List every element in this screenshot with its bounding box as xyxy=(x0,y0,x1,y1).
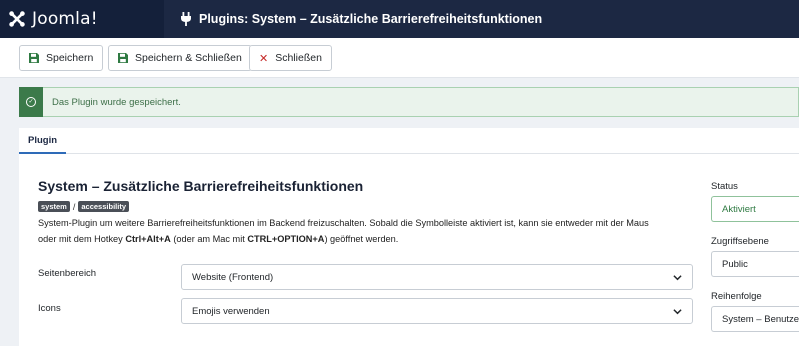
description-line-1: System-Plugin um weitere Barrierefreihei… xyxy=(38,218,649,228)
tab-plugin[interactable]: Plugin xyxy=(19,128,66,154)
tab-bar: Plugin xyxy=(19,128,799,154)
page-title: Plugins: System – Zusätzliche Barrierefr… xyxy=(180,0,542,38)
area-label: Seitenbereich xyxy=(38,268,97,279)
description-part-a: oder mit dem Hotkey xyxy=(38,234,126,244)
plugin-badges: system / accessibility xyxy=(38,201,129,212)
icons-select[interactable]: Emojis verwenden xyxy=(181,298,693,324)
close-icon: ✕ xyxy=(259,51,269,65)
chevron-down-icon xyxy=(673,275,682,281)
badge-separator: / xyxy=(72,201,76,212)
joomla-logo[interactable]: Joomla! xyxy=(0,0,164,38)
hotkey-mac: CTRL+OPTION+A xyxy=(247,234,325,244)
area-select[interactable]: Website (Frontend) xyxy=(181,264,693,290)
logo-text: Joomla! xyxy=(32,9,98,29)
badge-element: accessibility xyxy=(78,201,129,212)
joomla-logo-icon xyxy=(9,11,25,27)
floppy-disk-icon xyxy=(29,53,39,63)
status-select[interactable]: Aktiviert xyxy=(711,196,799,222)
plugin-title: System – Zusätzliche Barrierefreiheitsfu… xyxy=(38,178,364,194)
hotkey-windows: Ctrl+Alt+A xyxy=(125,234,171,244)
success-alert: ✓ Das Plugin wurde gespeichert. xyxy=(19,87,799,117)
save-button-label: Speichern xyxy=(46,52,94,64)
description-part-b: (oder am Mac mit xyxy=(170,234,248,244)
save-close-button-label: Speichern & Schließen xyxy=(135,52,242,64)
access-label: Zugriffsebene xyxy=(711,236,769,247)
save-close-button[interactable]: Speichern & Schließen xyxy=(108,45,252,71)
close-button-label: Schließen xyxy=(275,52,322,64)
close-button[interactable]: ✕ Schließen xyxy=(249,45,332,71)
floppy-disk-icon xyxy=(118,53,128,63)
badge-type: system xyxy=(38,201,70,212)
app-header: Joomla! Plugins: System – Zusätzliche Ba… xyxy=(0,0,799,38)
ordering-select[interactable]: System – Benutzer xyxy=(711,306,799,332)
save-button[interactable]: Speichern xyxy=(19,45,104,71)
alert-message: Das Plugin wurde gespeichert. xyxy=(52,96,181,108)
ordering-label: Reihenfolge xyxy=(711,291,762,302)
page-title-text: Plugins: System – Zusätzliche Barrierefr… xyxy=(199,12,543,26)
toolbar: Speichern Speichern & Schließen ✕ Schlie… xyxy=(0,38,799,78)
area-select-value: Website (Frontend) xyxy=(192,271,274,283)
alert-icon-strip: ✓ xyxy=(19,87,43,117)
access-select[interactable]: Public xyxy=(711,251,799,277)
description-part-c: ) geöffnet werden. xyxy=(324,234,399,244)
plugin-form: System – Zusätzliche Barrierefreiheitsfu… xyxy=(19,154,799,346)
chevron-down-icon xyxy=(673,309,682,315)
icons-select-value: Emojis verwenden xyxy=(192,305,270,317)
check-circle-icon: ✓ xyxy=(26,97,36,107)
plug-icon xyxy=(181,12,191,26)
plugin-description: System-Plugin um weitere Barrierefreihei… xyxy=(38,215,678,247)
icons-label: Icons xyxy=(38,303,61,314)
status-label: Status xyxy=(711,181,738,192)
